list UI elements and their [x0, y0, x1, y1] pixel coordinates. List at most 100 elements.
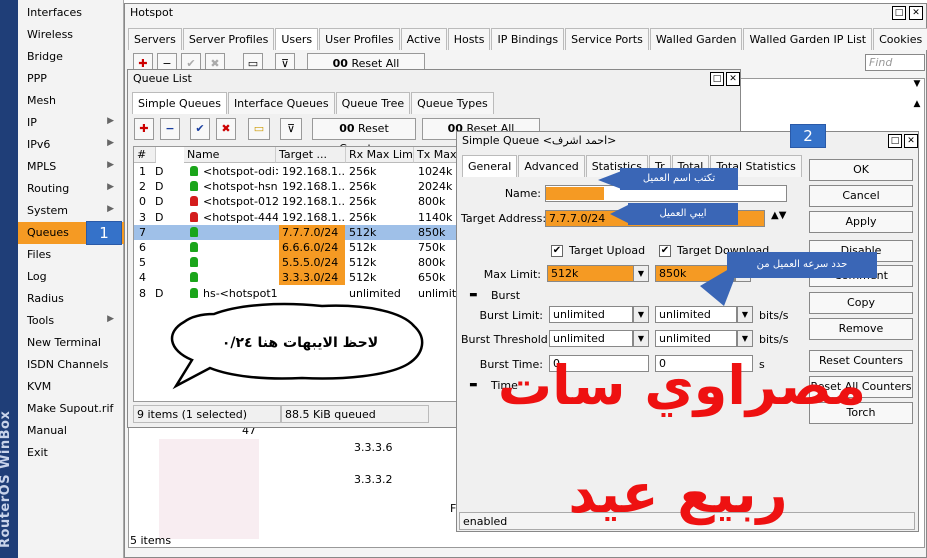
comment-icon[interactable]: ▭	[248, 118, 270, 140]
restore-icon[interactable]: □	[892, 6, 906, 20]
filter-icon[interactable]: ⊽	[280, 118, 302, 140]
burst-limit-download[interactable]: unlimited	[655, 306, 737, 323]
tab-users[interactable]: Users	[275, 28, 319, 50]
close-icon[interactable]: ✕	[726, 72, 740, 86]
dropdown-icon[interactable]: ▼	[737, 330, 753, 347]
sq-button-ok[interactable]: OK	[809, 159, 913, 181]
sidebar-item-tools[interactable]: Tools ▶	[18, 310, 124, 332]
tab-ip-bindings[interactable]: IP Bindings	[491, 28, 565, 50]
queue-row-flag	[152, 225, 158, 240]
dropdown-icon[interactable]: ▼	[737, 306, 753, 323]
burst-limit-label: Burst Limit:	[479, 309, 543, 322]
restore-icon[interactable]: □	[710, 72, 724, 86]
tab-service-ports[interactable]: Service Ports	[565, 28, 649, 50]
sidebar-item-system[interactable]: System ▶	[18, 200, 124, 222]
queue-user-icon	[190, 181, 198, 192]
tab-simple-queues[interactable]: Simple Queues	[132, 92, 227, 114]
sidebar-item-kvm[interactable]: KVM	[18, 376, 124, 398]
queue-row-flag: D	[155, 286, 164, 300]
tab-queue-types[interactable]: Queue Types	[411, 92, 494, 114]
sidebar-item-manual[interactable]: Manual	[18, 420, 124, 442]
table-row[interactable]: 8Dhs-<hotspot1>unlimitedunlimited	[134, 286, 486, 301]
table-row[interactable]: 6 6.6.6.0/24 512k 750k	[134, 240, 486, 255]
queue-row-number: 6	[139, 241, 146, 254]
sidebar-item-isdn-channels[interactable]: ISDN Channels	[18, 354, 124, 376]
sidebar-item-make-supout-rif[interactable]: Make Supout.rif	[18, 398, 124, 420]
target-download-checkbox[interactable]: ✔	[659, 245, 671, 257]
column-header[interactable]: Name	[184, 147, 276, 163]
tab-queue-tree[interactable]: Queue Tree	[335, 92, 411, 114]
table-row[interactable]: 5 5.5.5.0/24 512k 800k	[134, 255, 486, 271]
tab-walled-garden[interactable]: Walled Garden	[649, 28, 743, 50]
sq-button-copy[interactable]: Copy	[809, 292, 913, 314]
sidebar-item-mesh[interactable]: Mesh	[18, 90, 124, 112]
remove-icon[interactable]: −	[160, 118, 180, 140]
tab-servers[interactable]: Servers	[128, 28, 182, 50]
max-upload-dropdown-icon[interactable]: ▼	[633, 265, 649, 282]
queue-row-number: 7	[139, 225, 146, 239]
column-header[interactable]: Target ...	[276, 147, 346, 163]
hotspot-find-input[interactable]: Find	[865, 54, 925, 71]
tab-active[interactable]: Active	[400, 28, 447, 50]
max-upload-field[interactable]: 512k	[547, 265, 637, 282]
tab-advanced[interactable]: Advanced	[518, 155, 585, 177]
table-row[interactable]: 2D<hotspot-hsn>192.168.1....256k2024k	[134, 179, 486, 194]
tab-general[interactable]: General	[462, 155, 518, 177]
burst-threshold-download[interactable]: unlimited	[655, 330, 737, 347]
column-menu-icon[interactable]: ▼	[910, 79, 924, 93]
tab-server-profiles[interactable]: Server Profiles	[182, 28, 275, 50]
queue-row-target	[279, 286, 345, 301]
sidebar-item-new-terminal[interactable]: New Terminal	[18, 332, 124, 354]
queue-row-target: 5.5.5.0/24	[279, 255, 345, 271]
close-icon[interactable]: ✕	[904, 134, 918, 148]
status-queued: 88.5 KiB queued	[281, 405, 429, 423]
sq-button-remove[interactable]: Remove	[809, 318, 913, 340]
sidebar-item-ipv6[interactable]: IPv6 ▶	[18, 134, 124, 156]
burst-threshold-upload[interactable]: unlimited	[549, 330, 633, 347]
add-icon[interactable]: ✚	[134, 118, 154, 140]
sq-button-cancel[interactable]: Cancel	[809, 185, 913, 207]
tab-walled-garden-ip-list[interactable]: Walled Garden IP List	[743, 28, 873, 50]
sidebar-item-label: Tools	[27, 314, 55, 327]
add-target-icon[interactable]: ▲▼	[771, 210, 786, 221]
queue-row-target: 3.3.3.0/24	[279, 270, 345, 286]
target-address-label: Target Address:	[461, 212, 547, 225]
sidebar-item-log[interactable]: Log	[18, 266, 124, 288]
queue-row-rx-max-limit: 256k	[349, 210, 377, 224]
target-upload-checkbox[interactable]: ✔	[551, 245, 563, 257]
disable-icon[interactable]: ✖	[216, 118, 236, 140]
table-row[interactable]: 1 D <hotspot-odi> 192.168.1.... 256k 1024k	[134, 164, 486, 179]
reset-counters-button[interactable]: 00 Reset Counters	[312, 118, 416, 155]
sidebar-item-ppp[interactable]: PPP	[18, 68, 124, 90]
table-row[interactable]: 3D<hotspot-444...192.168.1....256k1140k	[134, 210, 486, 225]
sidebar-item-mpls[interactable]: MPLS ▶	[18, 156, 124, 178]
sidebar-item-ip[interactable]: IP ▶	[18, 112, 124, 134]
sidebar-item-routing[interactable]: Routing ▶	[18, 178, 124, 200]
restore-icon[interactable]: □	[888, 134, 902, 148]
burst-limit-upload[interactable]: unlimited	[549, 306, 633, 323]
table-row[interactable]: 4 3.3.3.0/24 512k 650k	[134, 270, 486, 286]
queue-row-rx-max-limit: 256k	[349, 180, 377, 194]
sidebar-item-bridge[interactable]: Bridge	[18, 46, 124, 68]
enable-icon[interactable]: ✔	[190, 118, 210, 140]
scroll-up-icon[interactable]: ▲	[910, 99, 924, 113]
sidebar-item-radius[interactable]: Radius	[18, 288, 124, 310]
sidebar-menu: Interfaces Wireless Bridge PPP Mesh IP ▶ IPv6 ▶ M…	[18, 0, 124, 558]
dropdown-icon[interactable]: ▼	[633, 330, 649, 347]
sidebar-item-wireless[interactable]: Wireless	[18, 24, 124, 46]
column-header[interactable]: #	[134, 147, 156, 163]
sidebar-item-exit[interactable]: Exit	[18, 442, 124, 464]
burst-collapse-icon[interactable]: ▬	[469, 290, 478, 300]
tab-cookies[interactable]: Cookies	[873, 28, 927, 50]
tab-interface-queues[interactable]: Interface Queues	[227, 92, 335, 114]
tab-user-profiles[interactable]: User Profiles	[319, 28, 400, 50]
close-icon[interactable]: ✕	[909, 6, 923, 20]
column-header[interactable]: Rx Max Limit	[346, 147, 414, 163]
tab-hosts[interactable]: Hosts	[447, 28, 491, 50]
sq-button-apply[interactable]: Apply	[809, 211, 913, 233]
table-row[interactable]: 7 7.7.7.0/24 512k 850k	[134, 224, 486, 240]
sidebar-item-interfaces[interactable]: Interfaces	[18, 2, 124, 24]
table-row[interactable]: 0D<hotspot-012>192.168.1....256k800k	[134, 194, 486, 209]
dropdown-icon[interactable]: ▼	[633, 306, 649, 323]
sidebar-item-files[interactable]: Files	[18, 244, 124, 266]
